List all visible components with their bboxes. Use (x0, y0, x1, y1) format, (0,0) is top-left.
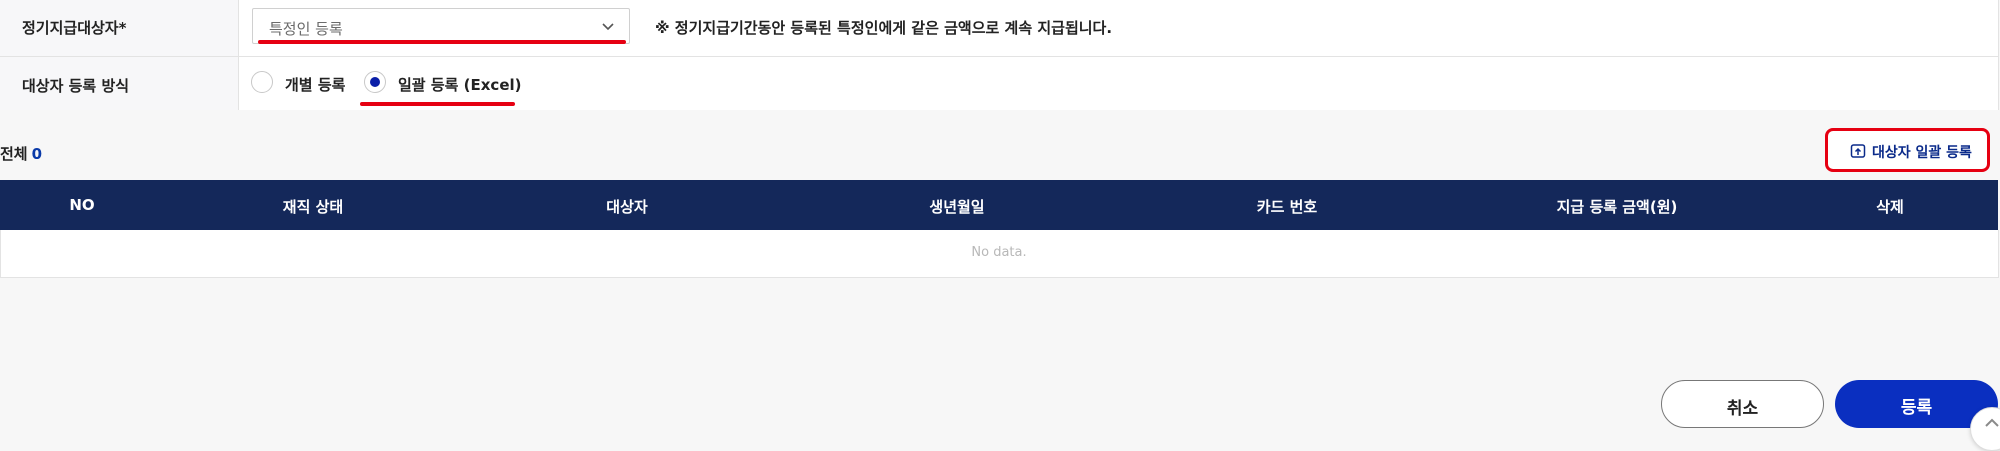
target-select-value: 특정인 등록 (269, 20, 343, 38)
column-header: 지급 등록 금액(원) (1556, 198, 1678, 216)
notice-text: ※ 정기지급기간동안 등록된 특정인에게 같은 금액으로 계속 지급됩니다. (655, 19, 1113, 37)
cancel-label: 취소 (1726, 399, 1759, 419)
method-row: 대상자 등록 방식 개별 등록 일괄 등록 (Excel) (0, 57, 1998, 110)
upload-icon (1850, 144, 1866, 158)
chevron-up-icon (1985, 418, 1999, 427)
radio-individual[interactable] (251, 71, 273, 93)
radio-bulk-label[interactable]: 일괄 등록 (Excel) (398, 74, 521, 95)
table-header: NO 재직 상태 대상자 생년월일 카드 번호 지급 등록 금액(원) 삭제 (0, 180, 1998, 230)
radio-individual-label[interactable]: 개별 등록 (285, 74, 345, 95)
label-cell: 대상자 등록 방식 (0, 57, 239, 110)
column-header: 대상자 (606, 198, 648, 216)
column-header: 삭제 (1876, 198, 1904, 216)
scroll-top-button[interactable] (1970, 407, 2000, 451)
total-label: 전체 (0, 145, 28, 163)
column-header: NO (69, 196, 95, 214)
method-label: 대상자 등록 방식 (22, 77, 130, 95)
column-header: 재직 상태 (282, 198, 344, 216)
table-body: No data. (0, 230, 1999, 278)
highlight-underline (258, 40, 626, 44)
column-header: 생년월일 (929, 198, 985, 216)
target-label: 정기지급대상자* (22, 19, 127, 37)
target-row: 정기지급대상자* 특정인 등록 ※ 정기지급기간동안 등록된 특정인에게 같은 … (0, 0, 1998, 57)
bulk-register-button[interactable]: 대상자 일괄 등록 (1825, 128, 1990, 172)
form-panel: 정기지급대상자* 특정인 등록 ※ 정기지급기간동안 등록된 특정인에게 같은 … (0, 0, 1999, 110)
highlight-underline (360, 102, 515, 106)
cancel-button[interactable]: 취소 (1661, 380, 1824, 428)
target-select[interactable]: 특정인 등록 (252, 8, 630, 44)
total-count-value: 0 (31, 145, 43, 163)
label-cell: 정기지급대상자* (0, 0, 239, 56)
column-header: 카드 번호 (1256, 198, 1318, 216)
submit-label: 등록 (1900, 398, 1933, 418)
total-count: 전체 0 (0, 143, 42, 164)
chevron-down-icon (602, 23, 614, 31)
empty-state-text: No data. (971, 245, 1027, 260)
bulk-register-label: 대상자 일괄 등록 (1872, 145, 1972, 161)
radio-bulk[interactable] (364, 71, 386, 93)
